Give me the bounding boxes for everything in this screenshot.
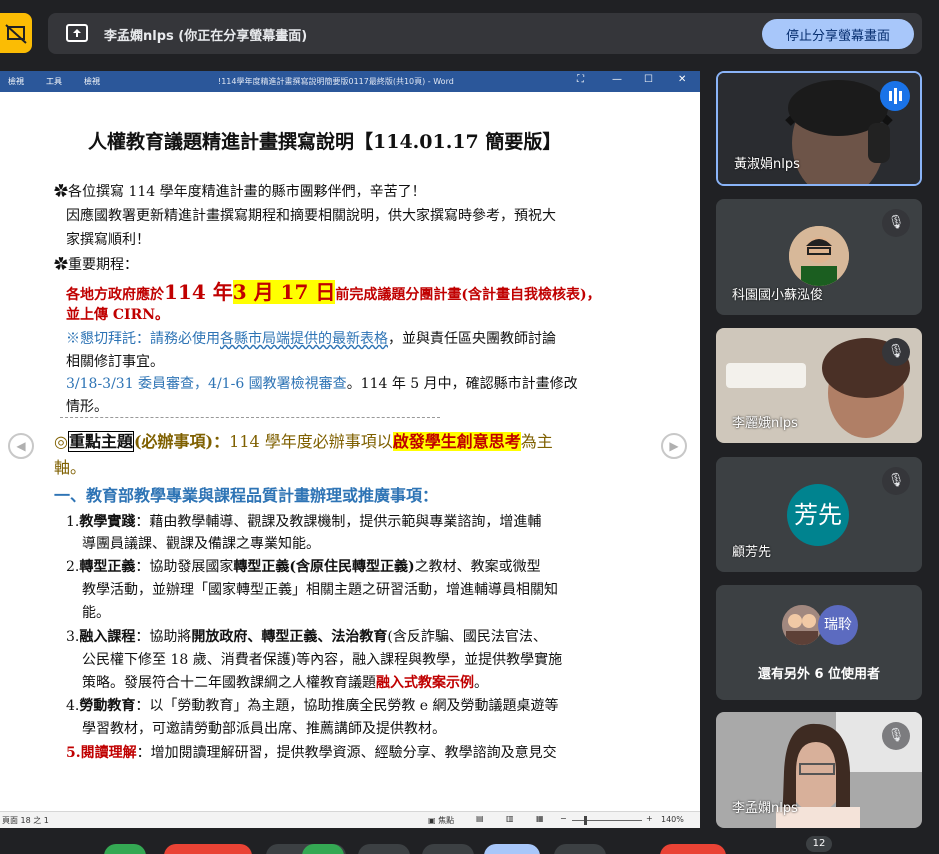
document-title: 人權教育議題精進計畫撰寫說明【114.01.17 簡要版】 (88, 131, 562, 153)
divider (60, 417, 440, 418)
mic-button[interactable] (104, 844, 146, 854)
participant-tile[interactable]: 芳先 🎙︎ 顧芳先 (716, 457, 922, 572)
mic-off-icon: 🎙︎ (882, 467, 910, 495)
participant-name: 科園國小蘇泓俊 (732, 288, 824, 303)
participant-tile[interactable]: 🎙︎ 李麗娥nlps (716, 328, 922, 443)
mic-off-icon: 🎙︎ (882, 338, 910, 366)
menu-view-2[interactable]: 檢視 (84, 76, 100, 87)
word-titlebar: 檢視 工具 檢視 !114學年度精進計畫撰寫說明簡要版0117最終版(共10頁)… (0, 71, 700, 92)
leave-call-button[interactable] (660, 844, 726, 854)
doc-line: 軸。 (54, 458, 87, 477)
present-screen-icon (66, 24, 88, 42)
menu-tools[interactable]: 工具 (46, 76, 62, 87)
web-layout-icon[interactable]: ▦ (536, 814, 544, 823)
raise-hand-button[interactable] (422, 844, 474, 854)
more-participants-tile[interactable]: 瑞聆 還有另外 6 位使用者 (716, 585, 922, 700)
doc-line: 能。 (82, 605, 110, 621)
participant-name: 李孟嫻nlps (732, 801, 798, 816)
doc-deadline-line: 各地方政府應於114 年3 月 17 日前完成議題分團計畫(含計畫自我檢核表)， (66, 280, 601, 304)
participant-name: 顧芳先 (732, 545, 772, 560)
camera-button[interactable] (164, 844, 252, 854)
focus-mode-button[interactable]: ▣ 焦點 (428, 815, 454, 826)
doc-line: 策略。發展符合十二年國教課綱之人權教育議題融入式教案示例。 (82, 675, 488, 691)
zoom-in-icon[interactable]: + (646, 814, 653, 823)
menu-view[interactable]: 檢視 (8, 76, 24, 87)
doc-line: 因應國教署更新精進計畫撰寫期程和摘要相關說明，供大家撰寫時參考，預祝大 (66, 208, 556, 224)
bullet-icon: ✿ (54, 184, 68, 200)
participant-name: 李麗娥nlps (732, 416, 798, 431)
mic-off-icon: 🎙︎ (882, 722, 910, 750)
activities-button[interactable] (554, 844, 606, 854)
avatar-photo-icon (789, 226, 849, 286)
present-off-icon (5, 24, 27, 44)
participant-tile[interactable]: 黃淑娟nlps (716, 71, 922, 186)
doc-line: 學習教材，可邀請勞動部派員出席、推薦講師及提供教材。 (82, 721, 446, 737)
focus-icon: ▣ (428, 816, 436, 825)
doc-line: 導團員議課、觀課及備課之專業知能。 (82, 536, 320, 552)
doc-line: 教學活動，並辦理「國家轉型正義」相關主題之研習活動，增進輔導員相關知 (82, 582, 558, 598)
participant-name: 黃淑娟nlps (734, 157, 800, 172)
doc-line: 並上傳 CIRN。 (66, 307, 169, 323)
zoom-level[interactable]: 140% (661, 815, 684, 824)
more-participants-label: 還有另外 6 位使用者 (757, 667, 881, 682)
speaking-indicator-icon (880, 81, 910, 111)
participant-tile-self[interactable]: 🎙︎ 李孟嫻nlps (716, 712, 922, 828)
reaction-button[interactable] (302, 844, 344, 854)
participant-tile[interactable]: 🎙︎ 科園國小蘇泓俊 (716, 199, 922, 315)
doc-line: ※懇切拜託：請務必使用各縣市局端提供的最新表格，並與責任區央團教師討論 (66, 331, 556, 347)
list-item: 4.勞動教育：以「勞動教育」為主題，協助推廣全民勞教 e 網及勞動議題桌遊等 (66, 698, 559, 714)
present-button[interactable] (484, 844, 540, 854)
people-count-badge[interactable]: 12 (806, 836, 832, 852)
section-heading: 一、教育部教學專業與課程品質計畫辦理或推廣事項： (54, 486, 439, 505)
close-icon[interactable]: ✕ (678, 74, 686, 85)
list-item: 3.融入課程：協助將開放政府、轉型正義、法治教育(含反詐騙、國民法官法、 (66, 629, 547, 645)
more-options-button[interactable] (358, 844, 410, 854)
avatar: 瑞聆 (818, 605, 858, 645)
prev-page-arrow-icon[interactable]: ◀ (8, 433, 34, 459)
list-item: 1.教學實踐：藉由教學輔導、觀課及教課機制，提供示範與專業諮詢，增進輔 (66, 514, 542, 530)
page-count: 頁面 18 之 1 (2, 816, 49, 825)
presenting-badge[interactable] (0, 13, 32, 53)
read-mode-icon[interactable]: ▤ (476, 814, 484, 823)
doc-line: ✿重要期程： (54, 257, 138, 273)
shared-word-window: 檢視 工具 檢視 !114學年度精進計畫撰寫說明簡要版0117最終版(共10頁)… (0, 71, 700, 828)
doc-line: 3/18-3/31 委員審查，4/1-6 國教署檢視審查。114 年 5 月中，… (66, 376, 578, 392)
print-layout-icon[interactable]: ▥ (506, 814, 514, 823)
doc-line: 情形。 (66, 399, 108, 415)
maximize-icon[interactable]: ☐ (644, 74, 653, 85)
avatar (789, 226, 849, 286)
document-page: 人權教育議題精進計畫撰寫說明【114.01.17 簡要版】 ✿各位撰寫 114 … (0, 92, 700, 811)
list-item: 2.轉型正義：協助發展國家轉型正義(含原住民轉型正義)之教材、教案或微型 (66, 559, 541, 575)
sharing-banner: 李孟嫻nlps (你正在分享螢幕畫面) 停止分享螢幕畫面 (48, 13, 922, 54)
bullet-icon: ✿ (54, 257, 68, 273)
word-window-title: !114學年度精進計畫撰寫說明簡要版0117最終版(共10頁) - Word (218, 77, 454, 86)
doc-line: 相關修訂事宜。 (66, 354, 164, 370)
stop-sharing-button[interactable]: 停止分享螢幕畫面 (762, 19, 914, 49)
avatar (782, 605, 822, 645)
doc-line: 公民權下修至 18 歲、消費者保護)等內容，融入課程與教學，並提供教學實施 (82, 652, 563, 668)
zoom-out-icon[interactable]: − (560, 814, 567, 823)
meeting-controls-bar: 12 (0, 828, 939, 854)
zoom-slider-thumb[interactable] (584, 816, 587, 825)
mic-off-icon: 🎙︎ (882, 209, 910, 237)
avatar: 芳先 (787, 484, 849, 546)
doc-line: 家撰寫順利！ (66, 232, 150, 248)
fullscreen-icon[interactable]: ⛶ (577, 74, 584, 85)
doc-key-topic-line: ◎重點主題(必辦事項)：114 學年度必辦事項以啟發學生創意思考為主 (54, 431, 553, 452)
minimize-icon[interactable]: — (612, 74, 622, 85)
avatar-photo-icon (782, 605, 822, 645)
meet-window: 李孟嫻nlps (你正在分享螢幕畫面) 停止分享螢幕畫面 檢視 工具 檢視 !1… (0, 0, 939, 854)
sharing-status-text: 李孟嫻nlps (你正在分享螢幕畫面) (104, 29, 308, 44)
word-status-bar: 頁面 18 之 1 ▣ 焦點 ▤ ▥ ▦ − + 140% (0, 811, 700, 828)
zoom-slider[interactable] (572, 820, 642, 821)
doc-line: ✿各位撰寫 114 學年度精進計畫的縣市團夥伴們，辛苦了！ (54, 184, 426, 200)
list-item: 5.閱讀理解：增加閱讀理解研習，提供教學資源、經驗分享、教學諮詢及意見交 (66, 745, 557, 761)
next-page-arrow-icon[interactable]: ▶ (661, 433, 687, 459)
